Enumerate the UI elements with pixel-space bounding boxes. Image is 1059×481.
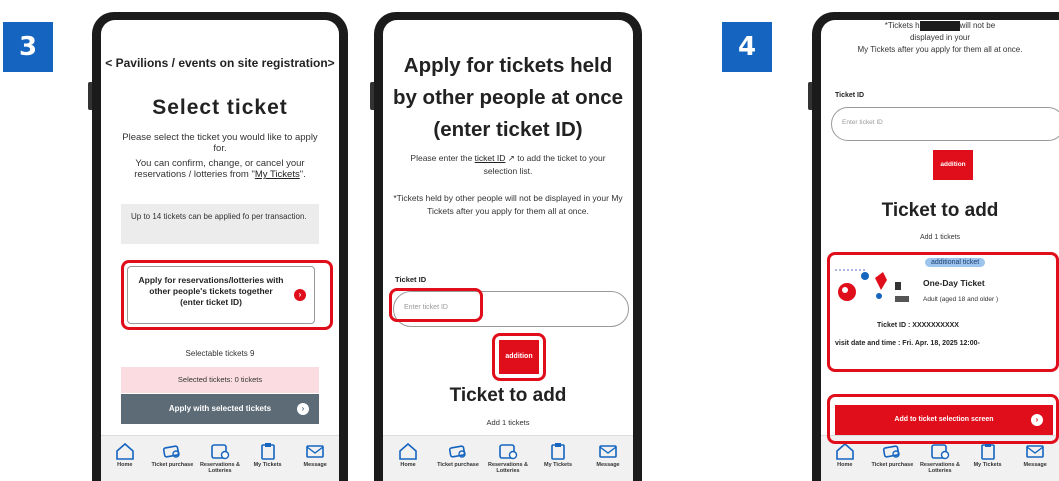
ticket-icon	[448, 445, 466, 458]
highlight-apply-together	[121, 260, 333, 330]
nav-label: Ticket purchase	[151, 462, 194, 468]
step-badge-3: 3	[3, 22, 53, 72]
nav-label: Ticket purchase	[871, 462, 914, 468]
nav-label: My Tickets	[973, 462, 1002, 468]
highlight-ticket-card	[827, 252, 1059, 372]
nav-item-ticket[interactable]: Ticket purchase	[435, 442, 481, 468]
nav-label: My Tickets	[253, 462, 282, 468]
nav-item-ticket[interactable]: Ticket purchase	[149, 442, 195, 468]
nav-item-clipboard[interactable]: My Tickets	[245, 442, 291, 468]
nav-item-mail[interactable]: Message	[585, 442, 631, 468]
nav-label: My Tickets	[543, 462, 573, 468]
mail-icon	[306, 445, 324, 458]
phone-enter-ticket-id: Apply for tickets held by other people a…	[370, 12, 642, 481]
page-title: Select ticket	[152, 96, 288, 119]
ticket-id-label: Ticket ID	[835, 92, 865, 99]
chevron-right-icon: ›	[297, 403, 309, 415]
nav-label: Home	[117, 462, 133, 468]
home-icon	[115, 442, 134, 460]
addition-button[interactable]: addition	[933, 150, 973, 180]
nav-item-calendar[interactable]: Reservations & Lotteries	[485, 442, 531, 474]
highlight-addition-button	[492, 333, 546, 381]
section-title: Ticket to add	[449, 385, 567, 406]
mail-icon	[1026, 445, 1044, 458]
nav-item-calendar[interactable]: Reservations & Lotteries	[917, 442, 963, 474]
nav-label: Message	[1023, 462, 1047, 468]
nav-label: Reservations & Lotteries	[919, 462, 960, 474]
section-title: Ticket to add	[881, 200, 999, 221]
ticket-id-label: Ticket ID	[395, 275, 427, 284]
nav-label: Message	[303, 462, 327, 468]
mail-icon	[599, 445, 617, 458]
add-count: Add 1 tickets	[486, 418, 530, 427]
phone-select-ticket: < Pavilions / events on site registratio…	[88, 12, 348, 481]
bottom-nav: Home Ticket purchase Reservations & Lotter…	[383, 435, 633, 481]
nav-item-calendar[interactable]: Reservations & Lotteries	[197, 442, 243, 474]
ticket-icon	[883, 445, 901, 458]
nav-item-ticket[interactable]: Ticket purchase	[869, 442, 915, 468]
my-tickets-info: You can confirm, change, or cancel your …	[134, 158, 306, 180]
page-title: Apply for tickets held by other people a…	[392, 54, 624, 141]
home-icon	[399, 442, 417, 460]
nav-label: Message	[596, 462, 620, 468]
calendar-icon	[931, 444, 950, 460]
highlight-ticket-id-input	[389, 288, 483, 322]
breadcrumb[interactable]: < Pavilions / events on site registratio…	[101, 54, 339, 72]
clipboard-icon	[260, 443, 275, 460]
clipboard-icon	[980, 443, 995, 460]
step-badge-4: 4	[722, 22, 772, 72]
nav-item-clipboard[interactable]: My Tickets	[535, 442, 581, 468]
nav-label: Reservations & Lotteries	[199, 462, 240, 474]
selectable-count: Selectable tickets 9	[185, 349, 255, 358]
notice-text: *Tickets h will not be displayed in your …	[857, 20, 1023, 54]
nav-item-home[interactable]: Home	[822, 442, 868, 468]
nav-item-mail[interactable]: Message	[1012, 442, 1058, 468]
nav-item-mail[interactable]: Message	[292, 442, 338, 468]
nav-label: Ticket purchase	[437, 462, 479, 468]
external-link-icon: ↗	[505, 153, 515, 163]
apply-selected-label: Apply with selected tickets	[168, 404, 272, 413]
nav-item-clipboard[interactable]: My Tickets	[965, 442, 1011, 468]
highlight-add-button	[827, 394, 1059, 444]
nav-label: Reservations & Lotteries	[487, 462, 529, 474]
my-tickets-link[interactable]: My Tickets	[255, 169, 300, 180]
screen-select-ticket: < Pavilions / events on site registratio…	[101, 20, 339, 481]
phone-ticket-to-add: *Tickets h will not be displayed in your …	[808, 12, 1059, 481]
nav-item-home[interactable]: Home	[385, 442, 431, 468]
instruction-text: Please enter the ticket ID ↗ to add the …	[410, 153, 606, 176]
ticket-id-link[interactable]: ticket ID	[475, 153, 506, 163]
ticket-id-input[interactable]: Enter ticket ID	[831, 107, 1059, 141]
notice-text: *Tickets held by other people will not b…	[393, 193, 623, 216]
apply-selected-button[interactable]: Apply with selected tickets ›	[121, 394, 319, 424]
add-count: Add 1 tickets	[919, 234, 961, 241]
calendar-icon	[499, 444, 518, 460]
calendar-icon	[211, 444, 230, 460]
home-icon	[835, 442, 854, 460]
clipboard-icon	[551, 443, 565, 460]
nav-item-home[interactable]: Home	[102, 442, 148, 468]
ticket-icon	[163, 445, 181, 458]
nav-label: Home	[400, 462, 416, 468]
selected-count: Selected tickets: 0 tickets	[121, 367, 319, 393]
instruction-text: Please select the ticket you would like …	[122, 132, 318, 154]
screen-ticket-to-add: *Tickets h will not be displayed in your …	[821, 20, 1059, 481]
screen-enter-ticket-id: Apply for tickets held by other people a…	[383, 20, 633, 481]
bottom-nav: Home Ticket purchase Reservations & Lotter…	[101, 435, 339, 481]
limit-note: Up to 14 tickets can be applied fo per t…	[121, 204, 319, 244]
nav-label: Home	[837, 462, 853, 468]
